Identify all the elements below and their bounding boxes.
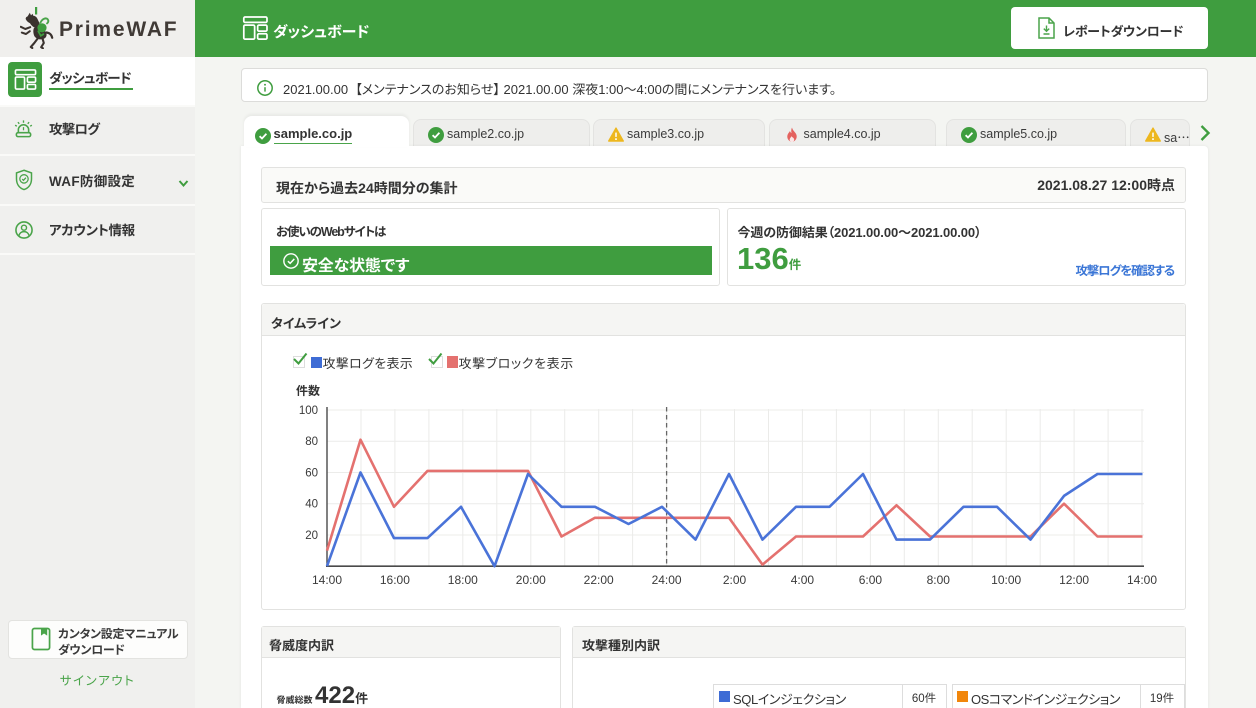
svg-text:80: 80 (305, 436, 318, 448)
svg-text:12:00: 12:00 (1059, 573, 1089, 587)
svg-text:8:00: 8:00 (927, 573, 951, 587)
svg-text:14:00: 14:00 (1127, 573, 1157, 587)
svg-text:22:00: 22:00 (584, 573, 614, 587)
svg-text:16:00: 16:00 (380, 573, 410, 587)
svg-text:100: 100 (299, 405, 318, 417)
svg-text:18:00: 18:00 (448, 573, 478, 587)
svg-text:10:00: 10:00 (991, 573, 1021, 587)
svg-text:20:00: 20:00 (516, 573, 546, 587)
svg-text:24:00: 24:00 (652, 573, 682, 587)
svg-text:2:00: 2:00 (723, 573, 747, 587)
svg-text:6:00: 6:00 (859, 573, 883, 587)
svg-text:40: 40 (305, 499, 318, 511)
svg-text:4:00: 4:00 (791, 573, 815, 587)
svg-text:14:00: 14:00 (312, 573, 342, 587)
svg-text:20: 20 (305, 530, 318, 542)
svg-text:60: 60 (305, 468, 318, 480)
